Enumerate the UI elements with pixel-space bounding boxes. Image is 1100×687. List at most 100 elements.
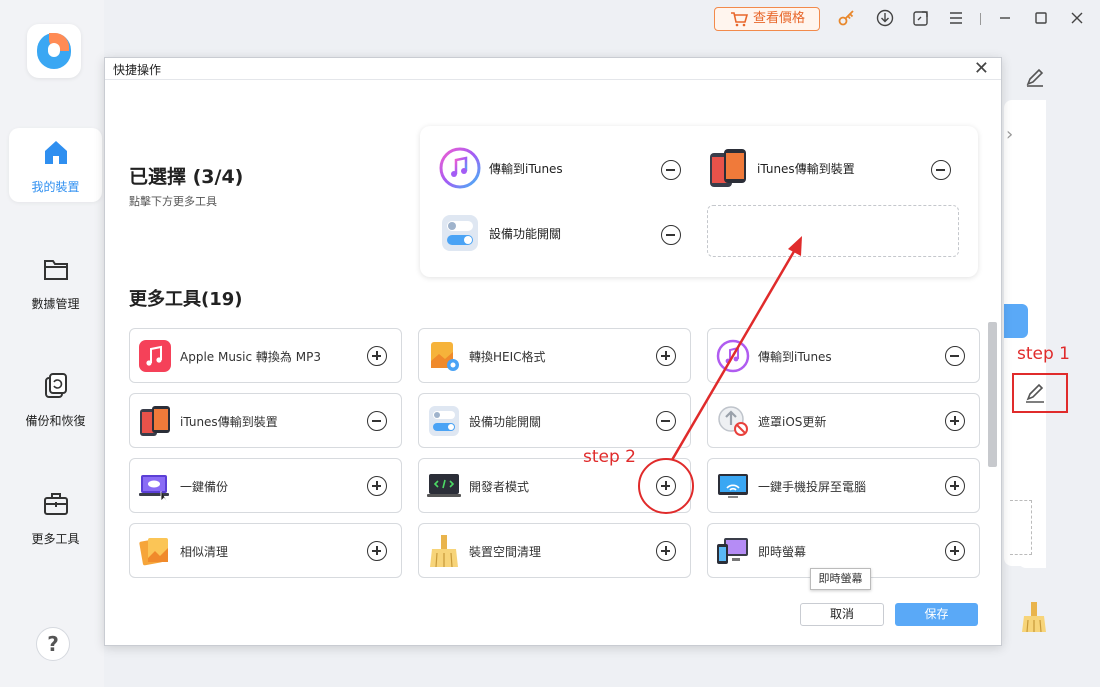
sidebar-item-my-device[interactable]: 我的裝置: [9, 128, 102, 202]
folder-icon: [44, 260, 68, 280]
add-button[interactable]: [945, 476, 965, 496]
dialog-title-divider: [105, 79, 1001, 80]
tool-label: iTunes傳輸到裝置: [180, 415, 278, 429]
phone-transfer-icon: [710, 149, 746, 187]
tool-card-device-toggles[interactable]: 設備功能開關: [418, 393, 691, 448]
view-price-button[interactable]: 查看價格: [714, 7, 820, 31]
sidebar: 我的裝置 數據管理 備份和恢復 更多工具 ?: [0, 0, 104, 687]
one-click-backup-icon: [139, 475, 169, 503]
sidebar-item-data-management[interactable]: 數據管理: [9, 245, 102, 319]
remove-button[interactable]: [367, 411, 387, 431]
apple-music-icon: [139, 340, 171, 372]
tool-label: Apple Music 轉換為 MP3: [180, 350, 321, 364]
tooltip: 即時螢幕: [810, 568, 871, 590]
block-ios-update-icon: [718, 406, 748, 436]
remove-button[interactable]: [661, 160, 681, 180]
tool-card-storage-cleanup[interactable]: 裝置空間清理: [418, 523, 691, 578]
heic-convert-icon: [431, 342, 459, 371]
tool-label: 即時螢幕: [758, 545, 807, 559]
tool-label: 傳輸到iTunes: [758, 350, 832, 364]
tool-label: 相似清理: [180, 545, 229, 559]
key-icon[interactable]: [838, 9, 856, 27]
tool-card-heic-convert[interactable]: 轉換HEIC格式: [418, 328, 691, 383]
add-button[interactable]: [945, 541, 965, 561]
menu-icon[interactable]: [947, 9, 965, 27]
step1-annotation: step 1: [1017, 344, 1070, 364]
add-button[interactable]: [945, 411, 965, 431]
itunes-icon: [439, 147, 481, 189]
save-button[interactable]: 保存: [895, 603, 978, 626]
tool-label: 一鍵手機投屏至電腦: [758, 480, 867, 494]
sidebar-item-label: 數據管理: [31, 297, 80, 311]
sidebar-item-more-tools[interactable]: 更多工具: [9, 480, 102, 554]
scrollbar[interactable]: [988, 322, 997, 467]
view-price-label: 查看價格: [753, 11, 806, 26]
tool-card-apple-music-mp3[interactable]: Apple Music 轉換為 MP3: [129, 328, 402, 383]
maximize-icon[interactable]: [1032, 9, 1050, 27]
selected-hint: 點擊下方更多工具: [129, 195, 217, 208]
tool-card-screen-mirror[interactable]: 一鍵手機投屏至電腦: [707, 458, 980, 513]
backup-restore-icon: [45, 373, 67, 398]
dialog-close-icon[interactable]: ✕: [974, 58, 989, 79]
selected-item-itunes: 傳輸到iTunes: [439, 147, 684, 197]
screen-mirror-icon: [718, 474, 748, 498]
add-button[interactable]: [367, 541, 387, 561]
edit-icon[interactable]: [1024, 382, 1046, 404]
tool-card-itunes[interactable]: 傳輸到iTunes: [707, 328, 980, 383]
selected-item-label: iTunes傳輸到裝置: [757, 162, 855, 176]
tool-card-one-click-backup[interactable]: 一鍵備份: [129, 458, 402, 513]
add-button[interactable]: [656, 541, 676, 561]
empty-slot[interactable]: [707, 205, 959, 257]
quick-actions-dialog: 快捷操作 ✕ 已選擇 (3/4) 點擊下方更多工具 傳輸到iTunes iTun…: [104, 57, 1002, 646]
remove-button[interactable]: [661, 225, 681, 245]
tool-card-block-ios-update[interactable]: 遮罩iOS更新: [707, 393, 980, 448]
cancel-button[interactable]: 取消: [800, 603, 884, 626]
edit-icon[interactable]: [1024, 66, 1046, 88]
tool-label: 裝置空間清理: [469, 545, 542, 559]
selected-item-label: 傳輸到iTunes: [489, 162, 563, 176]
sidebar-item-label: 我的裝置: [31, 180, 80, 194]
close-icon[interactable]: [1068, 9, 1086, 27]
minimize-icon[interactable]: [996, 9, 1014, 27]
background-dashed-slot: [1010, 500, 1032, 555]
tool-label: 開發者模式: [469, 480, 530, 494]
step2-highlight-circle: [638, 458, 694, 514]
tool-label: 設備功能開關: [469, 415, 542, 429]
similar-photos-icon: [139, 538, 168, 566]
tool-label: 一鍵備份: [180, 480, 229, 494]
chevron-right-icon[interactable]: ›: [1006, 124, 1013, 145]
tool-label: 遮罩iOS更新: [758, 415, 827, 429]
add-button[interactable]: [656, 346, 676, 366]
broom-icon: [430, 535, 458, 568]
dialog-title: 快捷操作: [113, 63, 162, 77]
remove-button[interactable]: [656, 411, 676, 431]
toggle-switch-icon: [429, 406, 459, 436]
download-icon[interactable]: [876, 9, 894, 27]
selected-item-itunes-to-device: iTunes傳輸到裝置: [707, 147, 967, 197]
tool-card-similar-cleanup[interactable]: 相似清理: [129, 523, 402, 578]
cart-icon: [731, 12, 748, 27]
tool-label: 轉換HEIC格式: [469, 350, 546, 364]
selected-heading: 已選擇 (3/4): [129, 166, 244, 188]
remove-button[interactable]: [945, 346, 965, 366]
titlebar-divider: [980, 13, 981, 25]
feedback-icon[interactable]: [912, 9, 930, 27]
itunes-icon: [716, 339, 750, 373]
live-screen-icon: [717, 538, 748, 564]
toggle-switch-icon: [442, 215, 478, 251]
remove-button[interactable]: [931, 160, 951, 180]
selected-item-label: 設備功能開關: [489, 227, 562, 241]
app-logo: [27, 24, 81, 78]
more-tools-heading: 更多工具(19): [129, 289, 243, 310]
home-icon: [45, 141, 67, 164]
add-button[interactable]: [367, 346, 387, 366]
broom-icon: [1022, 602, 1046, 633]
toolbox-icon: [44, 493, 68, 515]
tool-card-itunes-to-device[interactable]: iTunes傳輸到裝置: [129, 393, 402, 448]
background-blue-button: [1004, 304, 1028, 338]
sidebar-item-backup-restore[interactable]: 備份和恢復: [9, 362, 102, 436]
help-button[interactable]: ?: [36, 627, 70, 661]
add-button[interactable]: [367, 476, 387, 496]
sidebar-item-label: 備份和恢復: [25, 414, 86, 428]
sidebar-item-label: 更多工具: [31, 532, 80, 546]
